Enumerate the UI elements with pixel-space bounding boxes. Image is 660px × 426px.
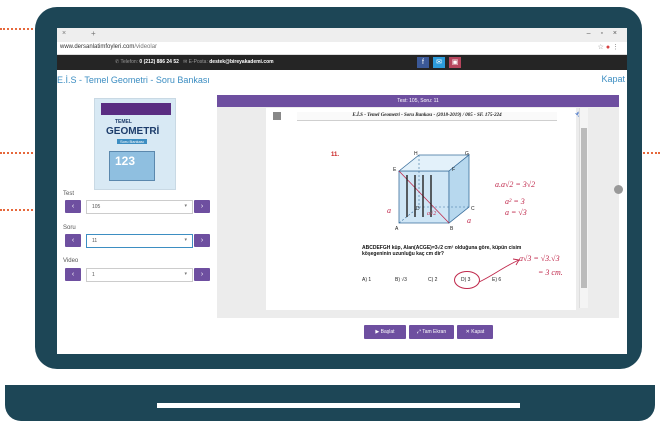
url-domain: www.dersanlatimfoyleri.com — [60, 44, 135, 50]
soru-select-value: 11 — [92, 238, 98, 244]
video-next-button[interactable]: › — [194, 268, 210, 281]
test-next-button[interactable]: › — [194, 200, 210, 213]
question-number: 11. — [331, 152, 340, 158]
page-title: E.İ.S - Temel Geometri - Soru Bankası — [57, 75, 210, 85]
vertex-label: G — [465, 151, 469, 157]
video-select[interactable]: 1 ▾ — [86, 268, 193, 282]
vertex-label: B — [450, 226, 454, 232]
test-select[interactable]: 105 ▾ — [86, 200, 193, 214]
handwriting-note: a — [387, 206, 391, 215]
email-label: E-Posta: — [188, 59, 208, 65]
choice-a: A) 1 — [362, 277, 372, 283]
url-path: /videolar — [134, 44, 158, 50]
contact-info: ✆ Telefon: 0 (212) 886 24 52 ✉ E-Posta: … — [115, 59, 274, 65]
chevron-down-icon: ▾ — [184, 203, 187, 209]
laptop-screen: × + – ▫ × www.dersanlatimfoyleri.com/vid… — [57, 28, 627, 354]
publisher-badge — [101, 103, 171, 115]
phone-icon: ✆ — [115, 59, 120, 65]
menu-icon[interactable]: ⋮ — [612, 44, 619, 51]
vertex-label: A — [395, 226, 399, 232]
mail-icon: ✉ — [183, 59, 188, 65]
close-viewer-button[interactable]: ✕ Kapat — [457, 325, 493, 339]
chevron-down-icon: ▾ — [184, 237, 187, 243]
tab-close-icon[interactable]: × — [62, 30, 66, 37]
running-head: E.İ.S - Temel Geometri - Soru Bankası - … — [297, 112, 557, 121]
vertex-label: E — [393, 167, 397, 173]
test-select-value: 105 — [92, 204, 101, 210]
laptop-base-slot — [157, 403, 520, 408]
instagram-icon[interactable]: ▣ — [449, 57, 461, 68]
choice-b: B) √3 — [395, 277, 407, 283]
handwriting-note: a — [467, 216, 471, 225]
test-prev-button[interactable]: ‹ — [65, 200, 81, 213]
phone-number: 0 (212) 886 24 52 — [139, 59, 179, 65]
vertex-label: C — [471, 206, 475, 212]
browser-tab-bar: × + – ▫ × — [57, 28, 627, 42]
record-icon[interactable]: ● — [606, 44, 610, 51]
handwriting-note: a.a√2 = 3√2 — [495, 180, 536, 189]
pen-tool-icon[interactable] — [614, 185, 623, 194]
address-bar[interactable]: www.dersanlatimfoyleri.com/videolar ☆ ● … — [57, 42, 627, 55]
chevron-down-icon: ▾ — [184, 271, 187, 277]
viewer-header: Test: 105, Soru: 11 — [217, 95, 619, 107]
vertex-label: F — [452, 167, 456, 173]
scrollbar-thumb[interactable] — [581, 128, 587, 288]
new-tab-button[interactable]: + — [91, 29, 96, 38]
start-button-label: Başlat — [380, 329, 395, 335]
book-title-line3: Soru Bankası — [117, 139, 148, 144]
soru-prev-button[interactable]: ‹ — [65, 234, 81, 247]
soru-select[interactable]: 11 ▾ — [86, 234, 193, 248]
answer-arrow — [478, 258, 520, 283]
close-icon: ✕ — [465, 329, 470, 335]
test-label: Test — [63, 191, 75, 197]
cover-number: 123 — [115, 154, 136, 168]
book-title-line1: TEMEL — [115, 119, 132, 125]
book-cover-image: TEMEL GEOMETRİ Soru Bankası 123 — [94, 98, 176, 190]
choice-c: C) 2 — [428, 277, 438, 283]
fullscreen-button-label: Tam Ekran — [422, 329, 447, 335]
soru-label: Soru — [63, 225, 76, 231]
cube-figure — [397, 154, 471, 224]
handwriting-note: a = √3 — [505, 208, 527, 217]
url-text[interactable]: www.dersanlatimfoyleri.com/videolar — [60, 44, 157, 50]
close-link[interactable]: Kapat — [601, 74, 625, 84]
video-label: Video — [63, 258, 79, 264]
window-controls[interactable]: – ▫ × — [587, 30, 621, 37]
star-icon[interactable]: ☆ — [598, 44, 604, 51]
book-title-line2: GEOMETRİ — [106, 126, 160, 137]
vertex-label: D — [416, 206, 420, 212]
facebook-icon[interactable]: f — [417, 57, 429, 68]
start-button[interactable]: ▶ Başlat — [364, 325, 406, 339]
vertex-label: H — [414, 151, 418, 157]
fullscreen-button[interactable]: ⤢ Tam Ekran — [409, 325, 454, 339]
contact-bar: ✆ Telefon: 0 (212) 886 24 52 ✉ E-Posta: … — [57, 55, 627, 70]
play-icon: ▶ — [375, 329, 380, 335]
browser-extensions: ☆ ● ⋮ — [598, 43, 619, 51]
phone-label: Telefon: — [120, 59, 139, 65]
viewer-scrollbar[interactable] — [579, 108, 588, 308]
handwriting-note: a√2 — [427, 211, 437, 217]
video-prev-button[interactable]: ‹ — [65, 268, 81, 281]
close-viewer-button-label: Kapat — [471, 329, 485, 335]
handwriting-note: a² = 3 — [505, 197, 525, 206]
page-thumbnail-icon[interactable] — [273, 112, 281, 120]
expand-icon: ⤢ — [416, 329, 421, 335]
message-icon[interactable]: ✉ — [433, 57, 445, 68]
email-address[interactable]: destek@bireyakademi.com — [209, 59, 273, 65]
video-select-value: 1 — [92, 272, 95, 278]
soru-next-button[interactable]: › — [194, 234, 210, 247]
handwriting-note: = 3 cm. — [538, 268, 563, 277]
